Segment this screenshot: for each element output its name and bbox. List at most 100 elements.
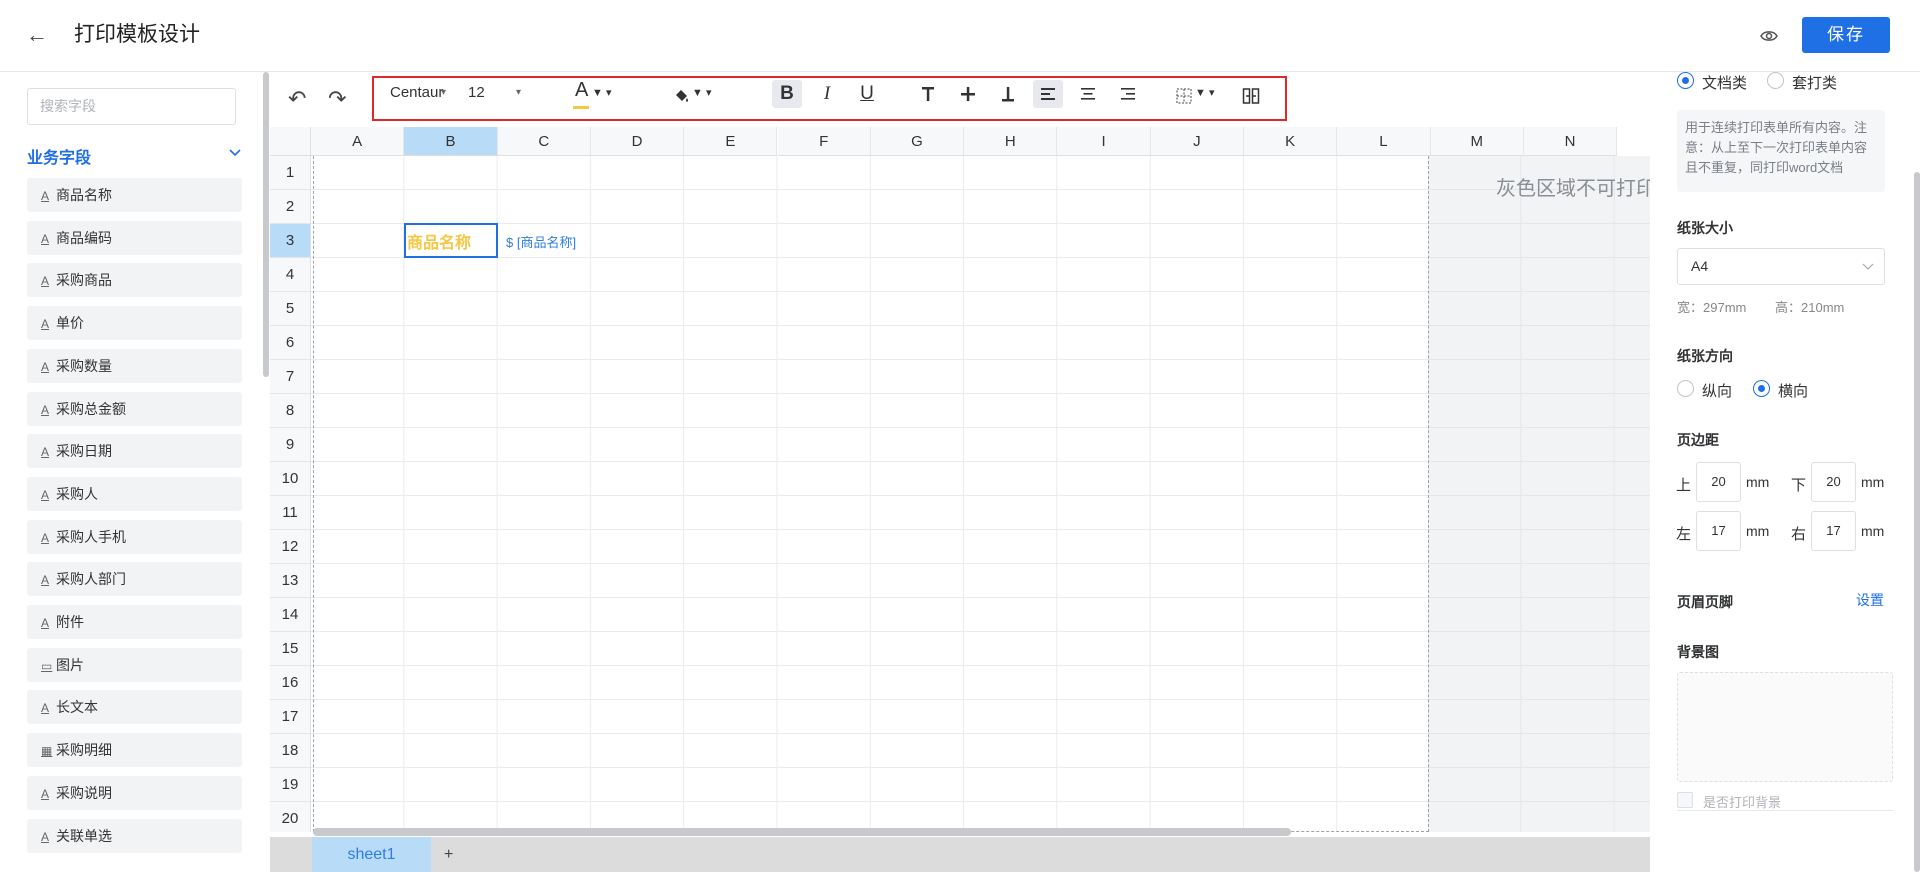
font-family-caret-icon[interactable]: ▾: [441, 82, 446, 104]
column-header[interactable]: K: [1244, 127, 1338, 156]
field-item[interactable]: A 单价: [27, 306, 242, 341]
row-header[interactable]: 9: [270, 428, 311, 462]
row-header[interactable]: 20: [270, 802, 311, 832]
row-header[interactable]: 7: [270, 360, 311, 394]
redo-icon[interactable]: ↷: [328, 86, 346, 112]
column-header[interactable]: I: [1057, 127, 1151, 156]
paper-size-select[interactable]: A4: [1677, 248, 1885, 285]
group-header-business-fields[interactable]: 业务字段: [27, 144, 242, 168]
italic-button[interactable]: I: [812, 80, 842, 108]
field-item[interactable]: A 采购人: [27, 476, 242, 511]
row-header[interactable]: 18: [270, 734, 311, 768]
underline-button[interactable]: U: [852, 80, 882, 108]
field-item[interactable]: A 采购数量: [27, 348, 242, 383]
row-header[interactable]: 5: [270, 292, 311, 326]
save-button[interactable]: 保存: [1802, 17, 1890, 53]
row-header[interactable]: 1: [270, 156, 311, 190]
row-header[interactable]: 2: [270, 190, 311, 224]
field-item[interactable]: A 采购总金额: [27, 391, 242, 426]
row-header[interactable]: 13: [270, 564, 311, 598]
field-item[interactable]: A 长文本: [27, 690, 242, 725]
row-header[interactable]: 15: [270, 632, 311, 666]
font-size-caret-icon[interactable]: ▾: [516, 82, 521, 104]
column-header[interactable]: E: [684, 127, 778, 156]
field-item[interactable]: A 关联单选: [27, 818, 242, 853]
field-item[interactable]: ▦ 采购明细: [27, 733, 242, 768]
align-middle-icon[interactable]: [953, 80, 983, 108]
field-item[interactable]: A 采购日期: [27, 434, 242, 469]
font-color-caret-icon[interactable]: ▼ ▾: [592, 82, 611, 104]
header-footer-settings-link[interactable]: 设置: [1856, 590, 1884, 610]
font-color-icon[interactable]: A: [575, 79, 588, 101]
column-header[interactable]: H: [964, 127, 1058, 156]
column-header[interactable]: G: [870, 127, 965, 156]
cell-c3-text[interactable]: $ [商品名称]: [506, 232, 576, 251]
field-item[interactable]: A 商品名称: [27, 178, 242, 212]
align-right-icon[interactable]: [1113, 80, 1143, 108]
row-header[interactable]: 12: [270, 530, 311, 564]
add-sheet-button[interactable]: +: [444, 837, 453, 872]
align-bottom-icon[interactable]: [993, 80, 1023, 108]
row-header[interactable]: 6: [270, 326, 311, 360]
field-item[interactable]: A 附件: [27, 605, 242, 639]
align-left-icon[interactable]: [1033, 80, 1063, 108]
back-arrow-icon[interactable]: ←: [26, 22, 48, 48]
background-image-upload[interactable]: [1677, 672, 1893, 782]
align-center-icon[interactable]: [1073, 80, 1103, 108]
column-header[interactable]: B: [404, 127, 498, 156]
field-type-icon: ▦: [41, 744, 53, 759]
left-scrollbar[interactable]: [263, 72, 269, 377]
grid-corner[interactable]: [270, 127, 311, 156]
column-header[interactable]: D: [590, 127, 685, 156]
horizontal-scrollbar[interactable]: [313, 828, 1291, 836]
selected-cell-b3[interactable]: 商品名称: [404, 223, 498, 258]
column-header[interactable]: J: [1150, 127, 1244, 156]
row-header[interactable]: 17: [270, 700, 311, 734]
row-header[interactable]: 19: [270, 768, 311, 802]
radio-overlay-type[interactable]: [1767, 72, 1784, 89]
margin-bottom-input[interactable]: 20: [1811, 462, 1856, 502]
row-header[interactable]: 10: [270, 462, 311, 496]
field-item[interactable]: A 采购说明: [27, 775, 242, 810]
fill-color-bucket-icon[interactable]: [673, 87, 691, 105]
radio-doc-type[interactable]: [1677, 72, 1694, 89]
bold-button[interactable]: B: [772, 80, 802, 108]
radio-portrait[interactable]: [1677, 380, 1694, 397]
column-header[interactable]: A: [311, 127, 405, 156]
field-label: 关联单选: [56, 827, 112, 844]
field-item[interactable]: A 商品编码: [27, 220, 242, 255]
field-item[interactable]: A 采购人手机: [27, 519, 242, 554]
fill-color-caret-icon[interactable]: ▼ ▾: [692, 82, 711, 104]
radio-landscape[interactable]: [1753, 380, 1770, 397]
field-item[interactable]: A 采购商品: [27, 263, 242, 298]
row-header[interactable]: 3: [270, 224, 311, 258]
undo-icon[interactable]: ↶: [288, 86, 306, 112]
font-size-select[interactable]: 12: [468, 82, 485, 104]
row-header[interactable]: 14: [270, 598, 311, 632]
row-header[interactable]: 16: [270, 666, 311, 700]
column-header[interactable]: F: [777, 127, 871, 156]
right-scrollbar[interactable]: [1914, 172, 1920, 872]
row-header[interactable]: 4: [270, 258, 311, 292]
border-icon[interactable]: [1176, 88, 1192, 104]
field-item[interactable]: A 采购人部门: [27, 562, 242, 597]
column-header[interactable]: M: [1430, 127, 1524, 156]
row-header[interactable]: 8: [270, 394, 311, 428]
column-header[interactable]: L: [1337, 127, 1431, 156]
align-top-icon[interactable]: [913, 80, 943, 108]
column-header[interactable]: N: [1523, 127, 1618, 156]
row-header[interactable]: 11: [270, 496, 311, 530]
sheet-tab[interactable]: sheet1: [312, 837, 431, 872]
chevron-down-icon[interactable]: [228, 146, 242, 160]
border-caret-icon[interactable]: ▼ ▾: [1195, 82, 1214, 104]
margin-left-input[interactable]: 17: [1696, 511, 1741, 551]
search-input[interactable]: 搜索字段: [27, 88, 236, 125]
preview-eye-icon[interactable]: [1760, 27, 1778, 45]
font-family-select[interactable]: Centaur: [390, 82, 446, 104]
margin-right-input[interactable]: 17: [1811, 511, 1856, 551]
column-header[interactable]: C: [497, 127, 591, 156]
merge-cells-icon[interactable]: [1242, 87, 1260, 105]
field-item[interactable]: ▭ 图片: [27, 647, 242, 682]
print-background-checkbox[interactable]: [1677, 792, 1693, 808]
margin-top-input[interactable]: 20: [1696, 462, 1741, 502]
